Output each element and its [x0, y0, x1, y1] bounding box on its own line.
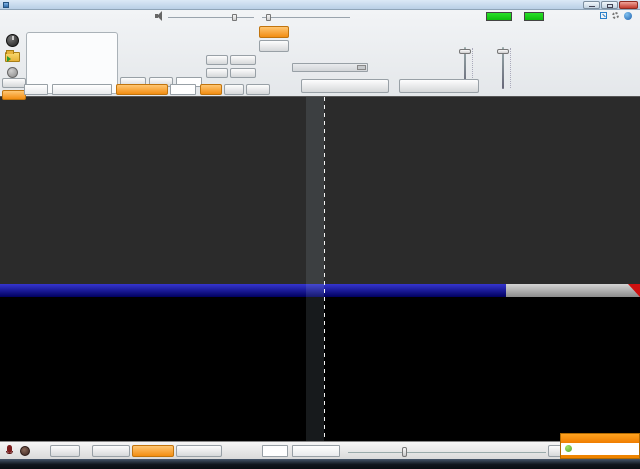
- start-tx-button[interactable]: [301, 79, 389, 93]
- s-meter-bar: [30, 63, 116, 74]
- speaker-icon-cone: [157, 11, 162, 21]
- info-icon[interactable]: [624, 12, 632, 20]
- spectrum-settings-bar: [0, 441, 640, 459]
- spectrum-canvas[interactable]: [0, 97, 640, 284]
- att-select[interactable]: [24, 84, 48, 95]
- frequency-scale-bar[interactable]: [0, 284, 640, 297]
- maximize-button[interactable]: [601, 1, 618, 9]
- titlebar[interactable]: [0, 0, 640, 10]
- settings-gear-icon[interactable]: [612, 12, 619, 19]
- spt-button[interactable]: [206, 55, 228, 65]
- slk-button[interactable]: [206, 68, 228, 78]
- waterfall-contrast-thumb[interactable]: [402, 447, 407, 457]
- volume-slider-thumb[interactable]: [232, 14, 237, 21]
- minimize-button[interactable]: [583, 1, 600, 9]
- record-disabled-icon[interactable]: [7, 67, 18, 78]
- agc-mode-select[interactable]: [52, 84, 112, 95]
- buffer-size-spinner[interactable]: [262, 445, 288, 457]
- vfo-b-button[interactable]: [259, 40, 289, 52]
- agc-speed-button[interactable]: [116, 84, 168, 95]
- minimize-icon: [589, 6, 595, 7]
- db-axis: [0, 97, 32, 284]
- agc-time-box[interactable]: [170, 84, 196, 95]
- a-equals-b-button[interactable]: [230, 55, 256, 65]
- maximum-button[interactable]: [176, 445, 222, 457]
- frequency-scale-out-of-band: [506, 284, 640, 297]
- headphones-icon[interactable]: [20, 446, 30, 456]
- current-readout: [486, 12, 512, 21]
- file-button[interactable]: [50, 445, 80, 457]
- waterfall-canvas[interactable]: [0, 297, 640, 441]
- close-button[interactable]: [619, 1, 638, 9]
- windows-taskbar: [0, 459, 640, 469]
- volume-slider[interactable]: [168, 17, 254, 18]
- balance-slider[interactable]: [262, 17, 350, 18]
- prs-button[interactable]: [2, 90, 26, 100]
- agt-button[interactable]: [200, 84, 222, 95]
- temperature-readout: [524, 12, 544, 21]
- vfo-a-button[interactable]: [259, 26, 289, 38]
- nr-button[interactable]: [224, 84, 244, 95]
- open-record-folder-icon[interactable]: [5, 52, 20, 62]
- zeus-player-window: [0, 0, 640, 469]
- hfr-electronics-watermark: [400, 38, 640, 68]
- skype-notification-popup[interactable]: [560, 433, 640, 459]
- average-button[interactable]: [132, 445, 174, 457]
- waterfall-contrast-slider[interactable]: [348, 452, 546, 453]
- balance-slider-thumb[interactable]: [266, 14, 271, 21]
- window-function-select[interactable]: [292, 445, 340, 457]
- tune-knob-icon[interactable]: [6, 34, 19, 47]
- anf-button[interactable]: [246, 84, 270, 95]
- filter-shift-thumb[interactable]: [357, 65, 366, 70]
- a-swap-b-button[interactable]: [230, 68, 256, 78]
- single-button[interactable]: [92, 445, 130, 457]
- skype-popup-footer: [561, 455, 639, 458]
- filter-shift-slider[interactable]: [292, 63, 368, 72]
- ext-button[interactable]: [2, 78, 26, 88]
- skype-online-status-icon: [565, 445, 572, 452]
- control-panel: [0, 10, 640, 97]
- scale-end-marker-icon: [628, 284, 640, 297]
- carrier-off-button[interactable]: [399, 79, 479, 93]
- app-icon: [3, 2, 9, 8]
- expand-icon[interactable]: [600, 12, 607, 19]
- microphone-icon-stem: [6, 451, 13, 454]
- maximize-icon: [607, 4, 613, 8]
- skype-popup-header: [561, 434, 639, 443]
